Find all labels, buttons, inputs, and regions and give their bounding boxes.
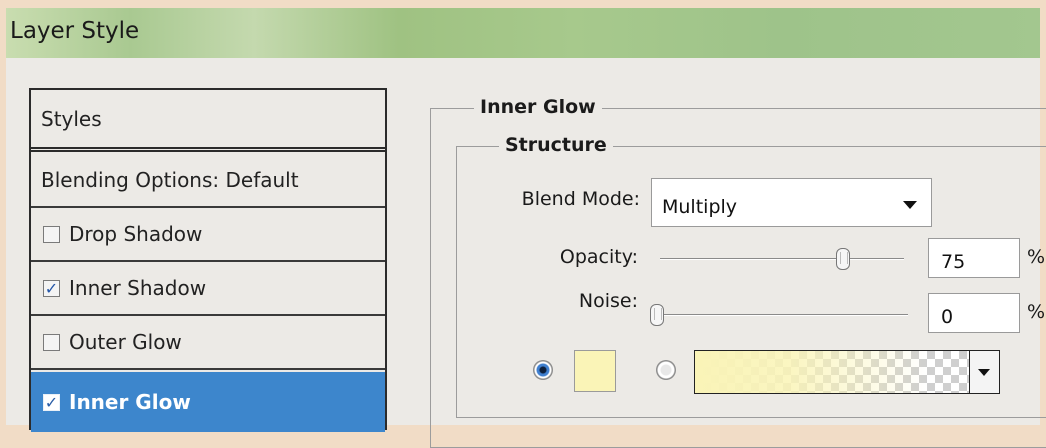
list-item-styles[interactable]: Styles	[31, 90, 385, 152]
window-title: Layer Style	[10, 18, 140, 44]
inner-shadow-checkbox[interactable]: ✓	[43, 279, 60, 297]
opacity-unit: %	[1027, 246, 1046, 268]
opacity-input[interactable]: 75	[928, 238, 1020, 278]
inner-glow-title: Inner Glow	[474, 96, 602, 118]
list-item-blending-options[interactable]: Blending Options: Default	[31, 154, 385, 208]
opacity-slider-thumb[interactable]	[836, 248, 850, 270]
noise-value: 0	[941, 306, 954, 328]
list-item-drop-shadow[interactable]: Drop Shadow	[31, 208, 385, 262]
gradient-picker[interactable]	[694, 350, 970, 394]
noise-label: Noise:	[578, 290, 638, 312]
list-item-inner-glow[interactable]: ✓ Inner Glow	[31, 372, 385, 432]
blend-mode-select[interactable]: Multiply	[651, 178, 932, 227]
drop-shadow-label: Drop Shadow	[69, 222, 203, 246]
blending-options-label: Blending Options: Default	[41, 168, 299, 192]
blend-mode-label: Blend Mode:	[521, 188, 640, 210]
inner-shadow-label: Inner Shadow	[69, 276, 207, 300]
opacity-label: Opacity:	[559, 246, 638, 268]
outer-glow-label: Outer Glow	[69, 330, 182, 354]
gradient-dropdown-button[interactable]	[970, 350, 1000, 394]
structure-title: Structure	[499, 134, 613, 156]
noise-slider-thumb[interactable]	[650, 304, 664, 326]
noise-input[interactable]: 0	[928, 293, 1020, 333]
styles-list: Styles Blending Options: Default Drop Sh…	[29, 88, 387, 432]
opacity-value: 75	[941, 251, 966, 273]
opacity-slider[interactable]	[660, 258, 904, 260]
chevron-down-icon	[903, 201, 917, 209]
drop-shadow-checkbox[interactable]	[43, 225, 60, 243]
noise-slider[interactable]	[650, 314, 908, 316]
glow-color-swatch[interactable]	[574, 350, 616, 392]
styles-label: Styles	[41, 106, 102, 131]
list-item-outer-glow[interactable]: Outer Glow	[31, 316, 385, 370]
list-item-inner-shadow[interactable]: ✓ Inner Shadow	[31, 262, 385, 316]
gradient-radio-button[interactable]	[656, 360, 676, 380]
outer-glow-checkbox[interactable]	[43, 333, 60, 351]
noise-unit: %	[1027, 301, 1046, 323]
inner-glow-checkbox[interactable]: ✓	[43, 393, 60, 411]
blend-mode-value: Multiply	[662, 196, 738, 218]
title-bar[interactable]: Layer Style	[6, 8, 1040, 58]
inner-glow-label: Inner Glow	[69, 390, 191, 414]
color-radio-button[interactable]	[533, 360, 553, 380]
